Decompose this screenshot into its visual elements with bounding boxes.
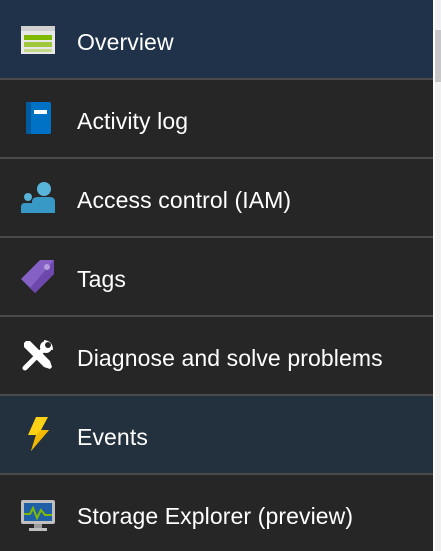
activity-log-icon bbox=[18, 98, 58, 138]
menu-item-access-control[interactable]: Access control (IAM) bbox=[0, 159, 433, 236]
menu-item-label: Diagnose and solve problems bbox=[77, 345, 383, 371]
menu-item-label: Events bbox=[77, 424, 148, 450]
tag-icon bbox=[18, 256, 58, 296]
menu-item-overview[interactable]: Overview bbox=[0, 0, 433, 78]
menu-item-label: Access control (IAM) bbox=[77, 187, 292, 213]
wrench-screwdriver-icon bbox=[18, 335, 58, 375]
menu-item-label: Storage Explorer (preview) bbox=[77, 503, 354, 529]
access-control-icon bbox=[18, 177, 58, 217]
scrollbar-track[interactable] bbox=[435, 0, 441, 551]
menu-item-label: Activity log bbox=[77, 108, 189, 134]
menu-item-diagnose[interactable]: Diagnose and solve problems bbox=[0, 317, 433, 394]
resource-menu: Overview Activity log Access control (IA… bbox=[0, 0, 433, 551]
menu-item-label: Overview bbox=[77, 29, 174, 55]
menu-item-tags[interactable]: Tags bbox=[0, 238, 433, 315]
menu-item-activity-log[interactable]: Activity log bbox=[0, 80, 433, 157]
menu-item-events[interactable]: Events bbox=[0, 396, 433, 473]
storage-explorer-icon bbox=[18, 495, 58, 535]
scrollbar-thumb[interactable] bbox=[435, 30, 441, 82]
menu-item-storage-explorer[interactable]: Storage Explorer (preview) bbox=[0, 475, 433, 551]
scrollbar[interactable] bbox=[433, 0, 441, 551]
menu-item-label: Tags bbox=[77, 266, 126, 292]
lightning-icon bbox=[18, 414, 58, 454]
overview-icon bbox=[18, 20, 58, 60]
